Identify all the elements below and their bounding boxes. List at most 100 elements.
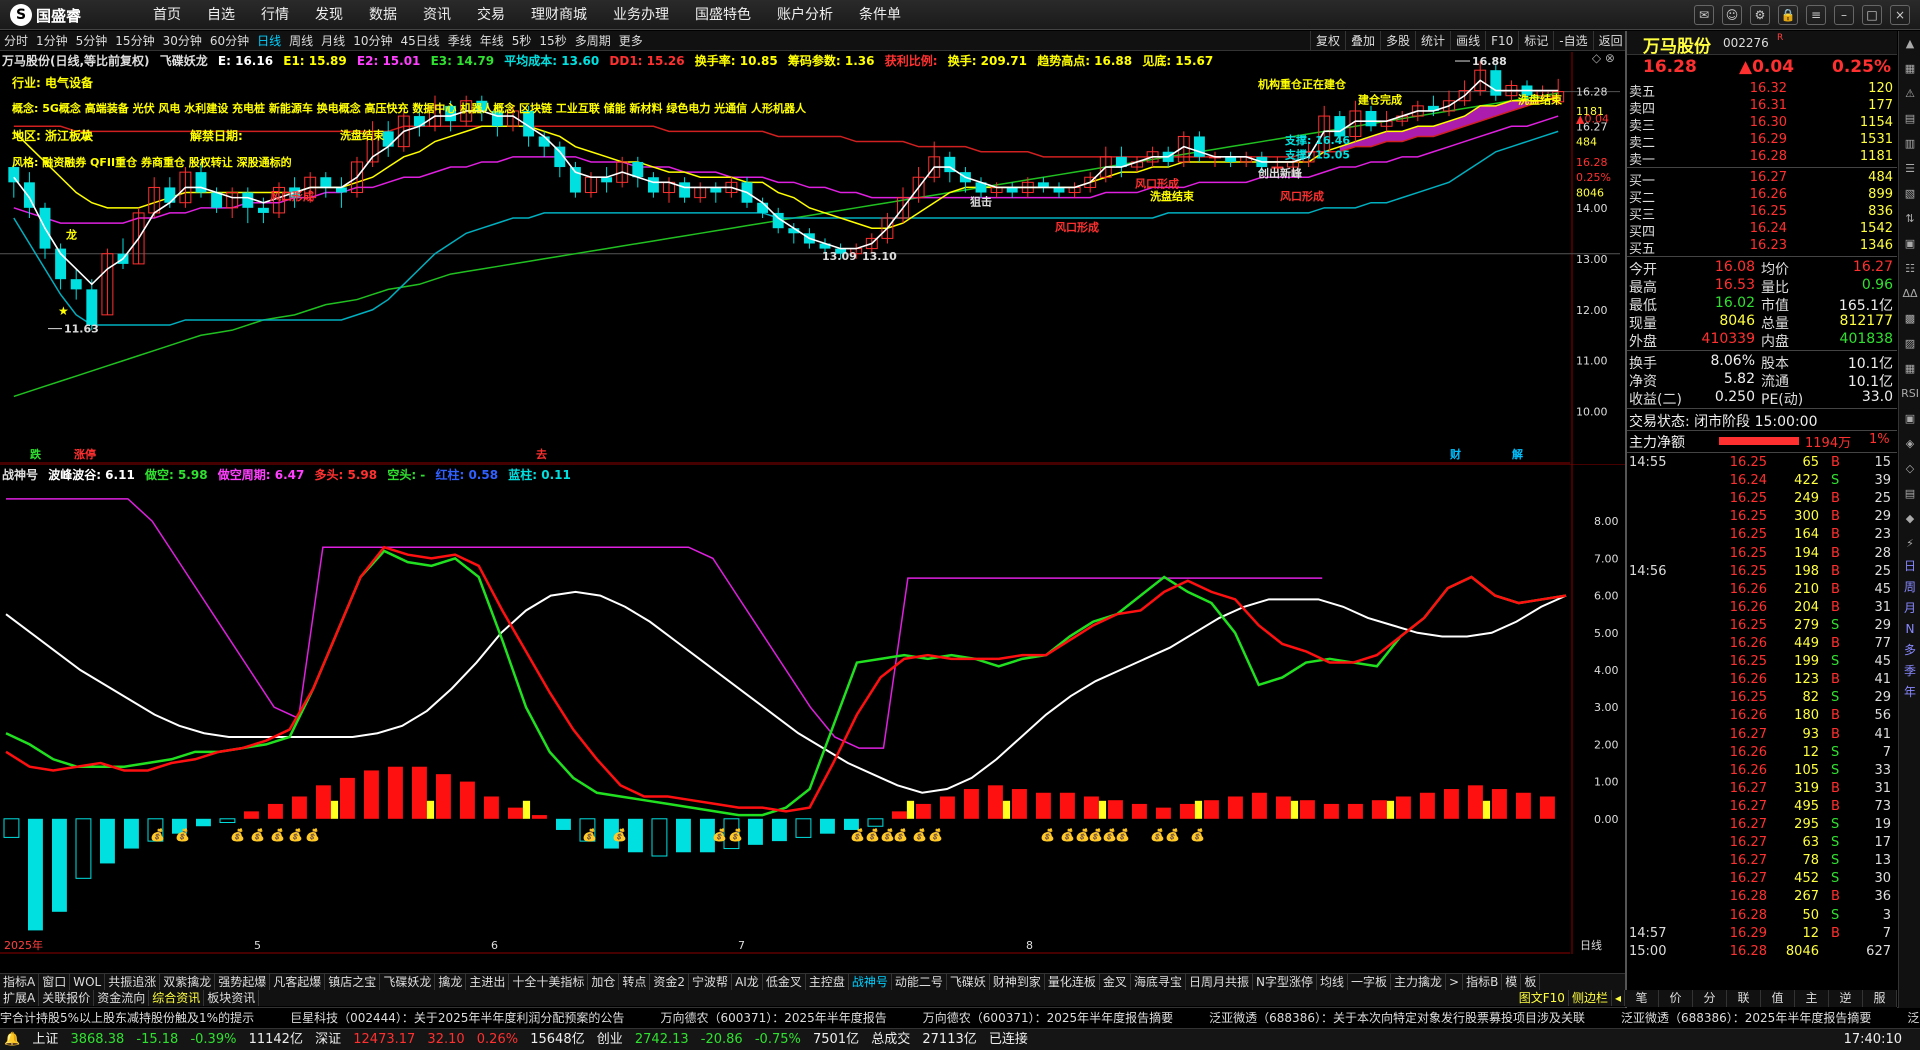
- indicator-tab-31[interactable]: >: [1446, 974, 1464, 990]
- side-tool-icon[interactable]: ◆: [1899, 506, 1920, 531]
- sh-label[interactable]: 上证: [32, 1032, 58, 1047]
- side-tool-icon[interactable]: ▦: [1899, 56, 1920, 81]
- sub-indicator-name[interactable]: 战神号: [2, 468, 38, 482]
- ticker-item[interactable]: 宇合计持股5%以上股东减持股份触及1%的提示: [0, 1011, 254, 1025]
- tool-button-1[interactable]: 叠加: [1345, 31, 1380, 51]
- indicator-chart[interactable]: 8.00 7.00 6.00 5.00 4.00 3.00 2.00 1.00 0.00 💰 💰 💰 💰…: [0, 463, 1625, 954]
- indicator-tab-27[interactable]: N字型涨停: [1253, 974, 1317, 990]
- menu-item-11[interactable]: 条件单: [846, 0, 914, 30]
- message-icon[interactable]: ✉: [1694, 5, 1714, 25]
- side-tool-icon[interactable]: ▩: [1899, 306, 1920, 331]
- indicator-tab-12[interactable]: 加仓: [588, 974, 620, 990]
- ask-row[interactable]: 卖四 16.31 177: [1627, 98, 1897, 117]
- indicator-tab-1[interactable]: 窗口: [39, 974, 71, 990]
- side-tool-icon[interactable]: ⚠: [1899, 81, 1920, 106]
- indicator-tab-4[interactable]: 双紫擒龙: [160, 974, 216, 990]
- menu-item-6[interactable]: 交易: [464, 0, 518, 30]
- panel-tab-4[interactable]: 板块资讯: [204, 990, 260, 1006]
- kline-chart[interactable]: 16.28 1181 16.27 484 16.28 0.25% 8046 14.00 13.0…: [0, 51, 1625, 464]
- period-10[interactable]: 45日线: [396, 31, 443, 50]
- side-period-item[interactable]: N: [1899, 619, 1920, 640]
- chat-icon[interactable]: ☺: [1722, 5, 1742, 25]
- side-tool-icon[interactable]: ▥: [1899, 131, 1920, 156]
- side-period-item[interactable]: 年: [1899, 682, 1920, 703]
- period-12[interactable]: 年线: [476, 31, 508, 50]
- side-tool-icon[interactable]: ⚡: [1899, 531, 1920, 556]
- indicator-tab-6[interactable]: 凡客起爆: [270, 974, 326, 990]
- ticker-item[interactable]: 万向德农（600371）：2025年半年度报告摘要: [923, 1011, 1173, 1025]
- panel-tab-0[interactable]: 扩展A: [0, 990, 40, 1006]
- period-11[interactable]: 季线: [444, 31, 476, 50]
- tool-button-8[interactable]: 返回: [1592, 31, 1628, 51]
- minimize-icon[interactable]: –: [1834, 5, 1854, 25]
- ticker-item[interactable]: 泛亚微透（688386）：关于本次向特定对象发行股票募投项目涉及关联: [1209, 1011, 1585, 1025]
- indicator-tab-28[interactable]: 均线: [1317, 974, 1348, 990]
- menu-icon[interactable]: ≡: [1806, 5, 1826, 25]
- side-tool-icon[interactable]: ▤: [1899, 106, 1920, 131]
- bid-row[interactable]: 买五 16.23 1346: [1627, 238, 1897, 257]
- skin-icon[interactable]: ⚙: [1750, 5, 1770, 25]
- indicator-tab-8[interactable]: 飞碟妖龙: [380, 974, 436, 990]
- indicator-tab-32[interactable]: 指标B: [1463, 974, 1503, 990]
- indicator-tab-14[interactable]: 资金2: [650, 974, 690, 990]
- indicator-tab-33[interactable]: 模: [1502, 974, 1522, 990]
- period-9[interactable]: 10分钟: [349, 31, 396, 50]
- menu-item-9[interactable]: 国盛特色: [682, 0, 764, 30]
- tool-button-0[interactable]: 复权: [1310, 31, 1345, 51]
- indicator-tab-2[interactable]: WOL: [70, 974, 106, 990]
- indicator-tab-0[interactable]: 指标A: [0, 974, 40, 990]
- indicator-tab-10[interactable]: 主进出: [466, 974, 510, 990]
- ticker-item[interactable]: 万向德农（600371）：2025年半年度报告: [660, 1011, 886, 1025]
- tool-button-4[interactable]: 画线: [1450, 31, 1485, 51]
- tool-button-7[interactable]: -自选: [1553, 31, 1592, 51]
- side-period-item[interactable]: 日: [1899, 556, 1920, 577]
- side-tool-icon[interactable]: ▤: [1899, 481, 1920, 506]
- side-tool-icon[interactable]: ▦: [1899, 356, 1920, 381]
- indicator-tab-26[interactable]: 日周月共振: [1186, 974, 1253, 990]
- side-tool-icon[interactable]: RSI: [1899, 381, 1920, 406]
- indicator-tab-9[interactable]: 擒龙: [435, 974, 467, 990]
- bid-row[interactable]: 买二 16.26 899: [1627, 187, 1897, 206]
- ask-row[interactable]: 卖五 16.32 120: [1627, 81, 1897, 100]
- panel-right-tab-1[interactable]: 侧边栏: [1569, 990, 1612, 1006]
- quote-tab-6[interactable]: 逆: [1829, 990, 1863, 1007]
- period-1[interactable]: 1分钟: [32, 31, 72, 50]
- side-tool-icon[interactable]: ▧: [1899, 181, 1920, 206]
- period-3[interactable]: 15分钟: [111, 31, 158, 50]
- close-icon[interactable]: ×: [1890, 5, 1910, 25]
- menu-item-4[interactable]: 数据: [356, 0, 410, 30]
- side-tool-icon[interactable]: ◈: [1899, 431, 1920, 456]
- period-8[interactable]: 月线: [317, 31, 349, 50]
- side-tool-icon[interactable]: ☰: [1899, 156, 1920, 181]
- period-4[interactable]: 30分钟: [159, 31, 206, 50]
- chart-corner-icons[interactable]: ◇ ⊗: [1592, 51, 1615, 65]
- menu-item-5[interactable]: 资讯: [410, 0, 464, 30]
- maximize-icon[interactable]: □: [1862, 5, 1882, 25]
- menu-item-7[interactable]: 理财商城: [518, 0, 600, 30]
- indicator-tab-20[interactable]: 动能二号: [892, 974, 947, 990]
- indicator-tab-13[interactable]: 转点: [619, 974, 651, 990]
- panel-tab-3[interactable]: 综合资讯: [149, 990, 205, 1006]
- period-2[interactable]: 5分钟: [72, 31, 112, 50]
- side-tool-icon[interactable]: ▣: [1899, 231, 1920, 256]
- indicator-tab-24[interactable]: 金叉: [1100, 974, 1131, 990]
- menu-item-10[interactable]: 账户分析: [764, 0, 846, 30]
- lock-icon[interactable]: 🔒: [1778, 5, 1798, 25]
- side-tool-icon[interactable]: ◇: [1899, 456, 1920, 481]
- side-tool-icon[interactable]: ΔΔ: [1899, 281, 1920, 306]
- tool-button-6[interactable]: 标记: [1518, 31, 1553, 51]
- side-period-item[interactable]: 多: [1899, 640, 1920, 661]
- side-tool-icon[interactable]: ▨: [1899, 331, 1920, 356]
- ticker-item[interactable]: 巨星科技（002444）：关于2025年半年度利润分配预案的公告: [290, 1011, 624, 1025]
- tool-button-2[interactable]: 多股: [1380, 31, 1415, 51]
- panel-tab-2[interactable]: 资金流向: [94, 990, 150, 1006]
- period-6[interactable]: 日线: [253, 31, 285, 50]
- side-period-item[interactable]: 周: [1899, 577, 1920, 598]
- side-tool-icon[interactable]: ⇅: [1899, 206, 1920, 231]
- ask-row[interactable]: 卖三 16.30 1154: [1627, 115, 1897, 134]
- ask-row[interactable]: 卖一 16.28 1181: [1627, 149, 1897, 168]
- side-tool-icon[interactable]: ☷: [1899, 256, 1920, 281]
- period-15[interactable]: 多周期: [571, 31, 615, 50]
- news-ticker[interactable]: 宇合计持股5%以上股东减持股份触及1%的提示 巨星科技（002444）：关于202…: [0, 1007, 1920, 1027]
- indicator-tab-16[interactable]: AI龙: [732, 974, 763, 990]
